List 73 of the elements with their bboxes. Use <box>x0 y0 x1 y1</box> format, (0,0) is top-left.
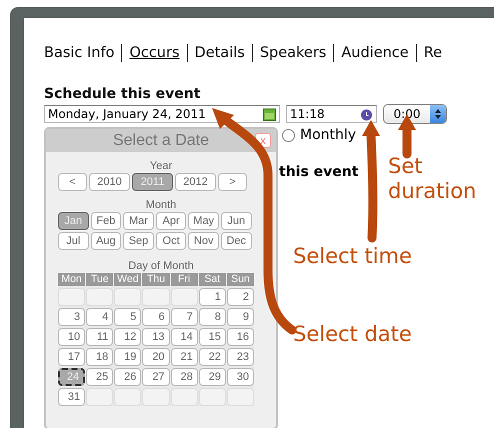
day-button[interactable]: 19 <box>114 348 142 366</box>
day-button[interactable]: 10 <box>58 328 86 346</box>
day-button[interactable]: 3 <box>58 308 86 326</box>
day-button[interactable]: 2 <box>226 288 254 306</box>
stepper-icon <box>435 109 441 119</box>
tab[interactable]: Occurs <box>122 45 187 61</box>
month-button[interactable]: Oct <box>156 232 186 250</box>
day-button[interactable]: 23 <box>226 348 254 366</box>
tab[interactable]: Audience <box>334 45 416 61</box>
day-button[interactable]: 9 <box>226 308 254 326</box>
weekday-header: Thu <box>142 273 170 286</box>
weekday-header: Wed <box>114 273 142 286</box>
day-label: Day of Month <box>127 260 195 272</box>
month-button[interactable]: Mar <box>123 212 154 230</box>
annotation-text: Select date <box>293 322 413 347</box>
time-field[interactable]: 11:18 <box>286 105 377 123</box>
day-button[interactable]: 1 <box>198 288 226 306</box>
tab[interactable]: Speakers <box>252 45 334 61</box>
tab[interactable]: Basic Info <box>44 45 122 61</box>
day-button[interactable]: 17 <box>58 348 86 366</box>
year-button[interactable]: 2012 <box>175 173 216 191</box>
month-button[interactable]: Feb <box>90 212 122 230</box>
day-button[interactable]: 14 <box>170 328 198 346</box>
month-button[interactable]: Sep <box>123 232 154 250</box>
weekday-header: Mon <box>58 273 86 286</box>
month-button[interactable]: Nov <box>188 232 219 250</box>
month-button[interactable]: Jun <box>220 212 252 230</box>
weekday-header: Fri <box>170 273 198 286</box>
weekday-header: Sun <box>226 273 254 286</box>
clock-icon[interactable] <box>360 108 373 120</box>
year-button[interactable]: 2010 <box>89 173 130 191</box>
day-button[interactable]: 30 <box>226 368 254 386</box>
monthly-radio[interactable]: Monthly <box>282 127 358 143</box>
day-button[interactable]: 11 <box>86 328 114 346</box>
month-button[interactable]: Aug <box>90 232 122 250</box>
day-button[interactable]: 26 <box>114 368 142 386</box>
day-button[interactable]: 28 <box>170 368 198 386</box>
popup-title: Select a Date <box>112 132 210 150</box>
day-button[interactable]: 12 <box>114 328 142 346</box>
date-field[interactable]: Monday, January 24, 2011 <box>44 105 280 123</box>
day-button[interactable]: 13 <box>142 328 170 346</box>
day-button[interactable]: 29 <box>198 368 226 386</box>
day-button[interactable]: 25 <box>86 368 114 386</box>
day-button[interactable]: 31 <box>58 388 86 406</box>
annotation-text: Set duration <box>388 154 478 204</box>
day-button[interactable]: 20 <box>142 348 170 366</box>
day-button[interactable]: 18 <box>86 348 114 366</box>
section-title: Schedule this event <box>44 86 202 102</box>
weekday-header: Sat <box>198 273 226 286</box>
tab[interactable]: Re <box>416 45 450 61</box>
day-button[interactable]: 4 <box>86 308 114 326</box>
month-button[interactable]: Dec <box>220 232 252 250</box>
weekday-header: Tue <box>86 273 114 286</box>
month-button[interactable]: May <box>188 212 219 230</box>
month-label: Month <box>144 199 178 211</box>
day-button[interactable]: 8 <box>198 308 226 326</box>
day-button[interactable]: 21 <box>170 348 198 366</box>
month-button[interactable]: Apr <box>156 212 186 230</box>
year-label: Year <box>148 160 174 172</box>
section-heading: this event <box>279 164 358 180</box>
calendar-icon[interactable] <box>263 108 276 120</box>
day-button[interactable]: 7 <box>170 308 198 326</box>
day-button[interactable]: 22 <box>198 348 226 366</box>
day-button[interactable]: 16 <box>226 328 254 346</box>
day-button[interactable]: 15 <box>198 328 226 346</box>
day-button[interactable]: 6 <box>142 308 170 326</box>
day-button[interactable]: 5 <box>114 308 142 326</box>
year-button[interactable]: > <box>218 173 247 191</box>
year-button[interactable]: < <box>58 173 87 191</box>
annotation-text: Select time <box>293 244 413 269</box>
month-button[interactable]: Jul <box>58 232 89 250</box>
tab[interactable]: Details <box>188 45 252 61</box>
day-button[interactable]: 27 <box>142 368 170 386</box>
